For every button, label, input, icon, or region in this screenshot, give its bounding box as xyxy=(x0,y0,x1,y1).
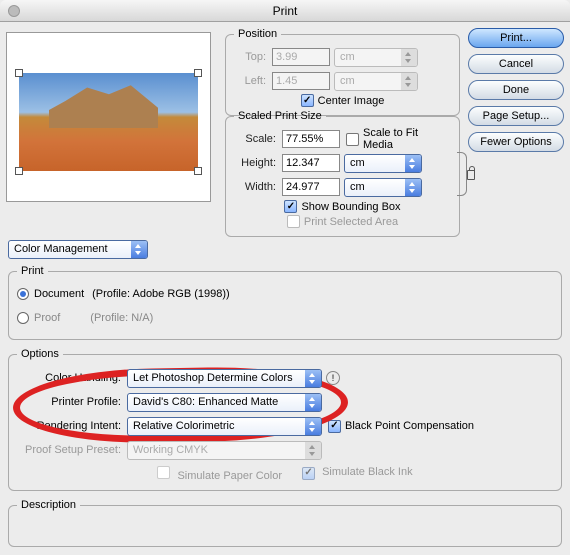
fewer-options-button[interactable]: Fewer Options xyxy=(468,132,564,152)
titlebar: Print xyxy=(0,0,570,22)
print-legend: Print xyxy=(17,265,48,277)
proof-profile: (Profile: N/A) xyxy=(90,312,153,324)
selarea-label: Print Selected Area xyxy=(304,216,398,228)
position-group: Position Top: cm Left: cm Center Image xyxy=(225,28,460,116)
printer-profile-select[interactable]: David's C80: Enhanced Matte xyxy=(127,393,322,412)
window-title: Print xyxy=(273,4,298,18)
document-profile: (Profile: Adobe RGB (1998)) xyxy=(92,288,230,300)
width-unit-select[interactable]: cm xyxy=(344,178,422,197)
sim-black-checkbox xyxy=(302,467,315,480)
width-input[interactable] xyxy=(282,178,340,196)
color-handling-label: Color Handling: xyxy=(17,372,127,384)
scale-fit-label: Scale to Fit Media xyxy=(363,127,451,151)
close-icon[interactable] xyxy=(8,5,20,17)
scaled-legend: Scaled Print Size xyxy=(234,110,326,122)
crop-handle[interactable] xyxy=(194,69,202,77)
options-group: Options Color Handling: Let Photoshop De… xyxy=(8,348,562,491)
document-label: Document xyxy=(34,288,84,300)
bpc-checkbox[interactable] xyxy=(328,420,341,433)
center-image-checkbox[interactable] xyxy=(301,94,314,107)
sim-paper-checkbox xyxy=(157,466,170,479)
description-group: Description xyxy=(8,499,562,547)
link-bracket-icon xyxy=(457,152,467,196)
sim-paper-label: Simulate Paper Color xyxy=(177,470,282,482)
sim-black-label: Simulate Black Ink xyxy=(322,466,412,478)
done-button[interactable]: Done xyxy=(468,80,564,100)
rendering-intent-label: Rendering Intent: xyxy=(17,420,127,432)
proof-preset-select: Working CMYK xyxy=(127,441,322,460)
dialog-buttons: Print... Cancel Done Page Setup... Fewer… xyxy=(468,28,564,158)
rendering-intent-select[interactable]: Relative Colorimetric xyxy=(127,417,322,436)
scale-input[interactable] xyxy=(282,130,340,148)
proof-label: Proof xyxy=(34,312,60,324)
top-unit-select: cm xyxy=(334,48,418,67)
height-unit-select[interactable]: cm xyxy=(344,154,422,173)
bbox-checkbox[interactable] xyxy=(284,200,297,213)
preview-image xyxy=(19,73,198,171)
scale-fit-checkbox[interactable] xyxy=(346,133,359,146)
height-label: Height: xyxy=(234,157,282,169)
scaled-group: Scaled Print Size Scale: Scale to Fit Me… xyxy=(225,110,460,237)
page-setup-button[interactable]: Page Setup... xyxy=(468,106,564,126)
crop-handle[interactable] xyxy=(15,167,23,175)
section-select[interactable]: Color Management xyxy=(8,240,148,259)
left-input xyxy=(272,72,330,90)
position-legend: Position xyxy=(234,28,281,40)
top-input xyxy=(272,48,330,66)
document-radio[interactable] xyxy=(17,288,29,300)
print-preview xyxy=(6,32,211,202)
cancel-button[interactable]: Cancel xyxy=(468,54,564,74)
selarea-checkbox xyxy=(287,215,300,228)
left-label: Left: xyxy=(234,75,272,87)
print-button[interactable]: Print... xyxy=(468,28,564,48)
bbox-label: Show Bounding Box xyxy=(301,201,400,213)
width-label: Width: xyxy=(234,181,282,193)
description-legend: Description xyxy=(17,499,80,511)
color-handling-select[interactable]: Let Photoshop Determine Colors xyxy=(127,369,322,388)
options-legend: Options xyxy=(17,348,63,360)
height-input[interactable] xyxy=(282,154,340,172)
center-image-label: Center Image xyxy=(318,95,385,107)
bpc-label: Black Point Compensation xyxy=(345,420,474,432)
crop-handle[interactable] xyxy=(194,167,202,175)
left-unit-select: cm xyxy=(334,72,418,91)
scale-label: Scale: xyxy=(234,133,282,145)
top-label: Top: xyxy=(234,51,272,63)
info-icon[interactable]: ! xyxy=(326,371,340,385)
printer-profile-label: Printer Profile: xyxy=(17,396,127,408)
proof-radio[interactable] xyxy=(17,312,29,324)
print-group: Print Document (Profile: Adobe RGB (1998… xyxy=(8,265,562,340)
proof-preset-label: Proof Setup Preset: xyxy=(17,444,127,456)
crop-handle[interactable] xyxy=(15,69,23,77)
lock-icon[interactable] xyxy=(467,170,475,180)
